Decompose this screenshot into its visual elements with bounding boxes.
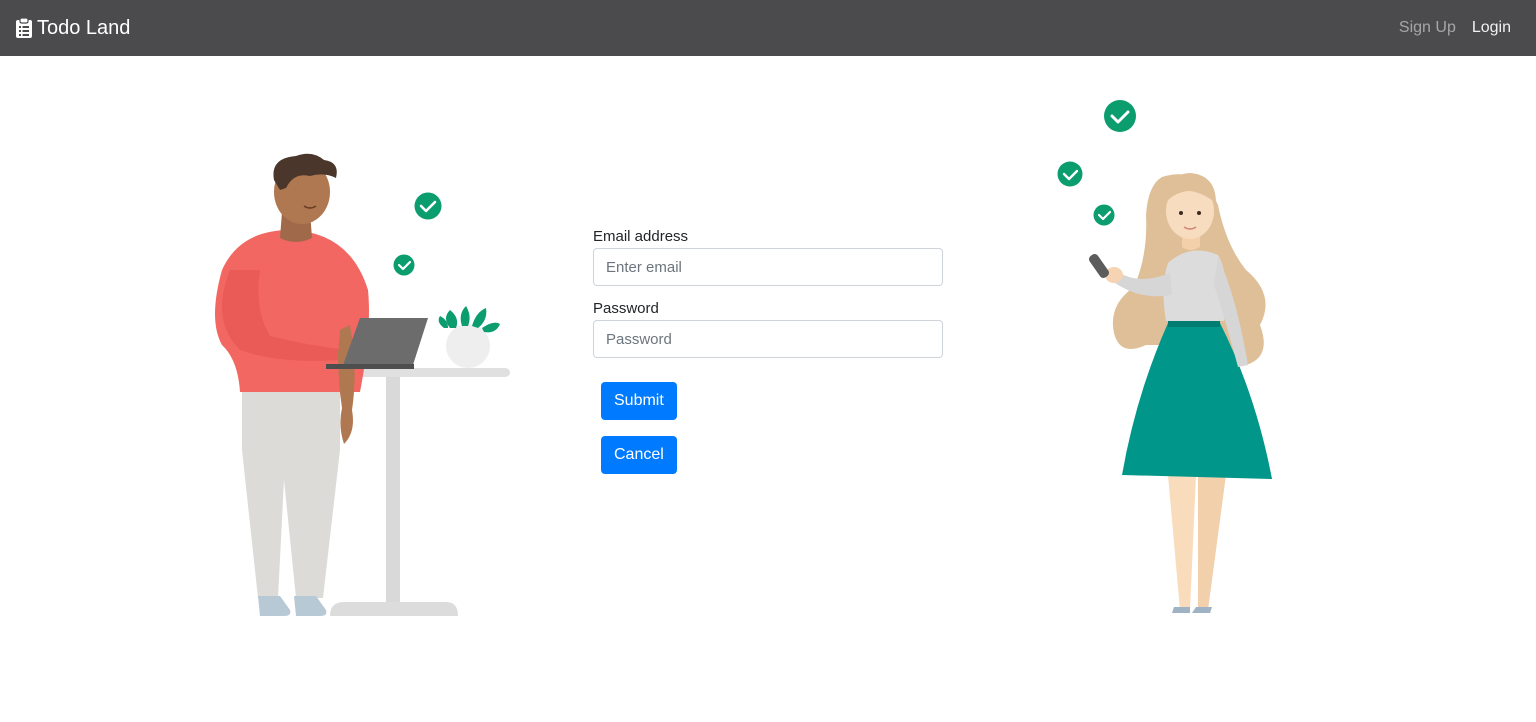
check-circle-icon bbox=[414, 192, 442, 220]
top-navbar: Todo Land Sign Up Login bbox=[0, 0, 1536, 56]
nav-link-sign-up[interactable]: Sign Up bbox=[1399, 19, 1456, 37]
email-field[interactable] bbox=[593, 248, 943, 286]
login-form: Email address Password Submit Cancel bbox=[593, 228, 943, 474]
cancel-row: Cancel bbox=[601, 436, 943, 474]
password-group: Password bbox=[593, 300, 943, 358]
submit-row: Submit bbox=[601, 382, 943, 420]
clipboard-icon bbox=[16, 18, 32, 38]
submit-button[interactable]: Submit bbox=[601, 382, 677, 420]
check-circle-icon bbox=[1104, 100, 1136, 132]
email-label: Email address bbox=[593, 228, 689, 245]
plant-pot-illustration bbox=[438, 306, 500, 368]
nav-link-login[interactable]: Login bbox=[1472, 19, 1511, 37]
password-field[interactable] bbox=[593, 320, 943, 358]
email-group: Email address bbox=[593, 228, 943, 286]
brand-link[interactable]: Todo Land bbox=[16, 17, 130, 40]
check-circle-icon bbox=[1093, 204, 1115, 226]
check-circle-icon bbox=[1057, 161, 1083, 187]
cancel-button[interactable]: Cancel bbox=[601, 436, 677, 474]
man-at-standing-desk-illustration bbox=[200, 150, 520, 620]
password-label: Password bbox=[593, 300, 659, 317]
check-circle-icon bbox=[393, 254, 415, 276]
nav-links: Sign Up Login bbox=[1399, 19, 1520, 37]
brand-label: Todo Land bbox=[37, 16, 131, 39]
woman-with-phone-illustration bbox=[1050, 95, 1290, 620]
